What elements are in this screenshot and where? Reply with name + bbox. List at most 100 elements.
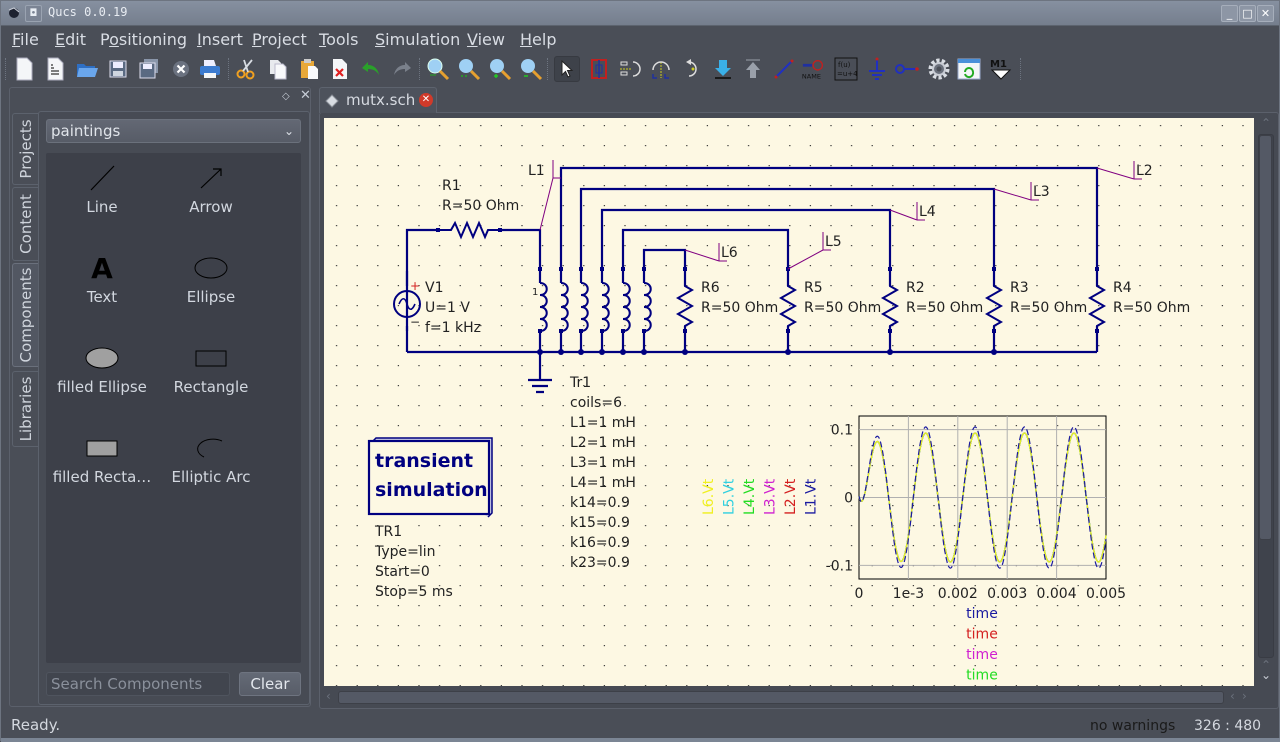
component-arrow[interactable]: Arrow (156, 158, 266, 216)
rotate-button[interactable] (680, 56, 706, 82)
dock-float-icon[interactable]: ◇ (282, 91, 290, 102)
ground-button[interactable] (864, 56, 890, 82)
paste-button[interactable] (296, 56, 322, 82)
copy-button[interactable] (265, 56, 291, 82)
legend-entry: L6.Vt (701, 478, 717, 515)
menu-edit[interactable]: Edit (55, 30, 86, 49)
window-menu-icon[interactable]: ◘ (25, 5, 42, 22)
vertical-scroll-thumb[interactable] (1259, 135, 1272, 540)
legend-entry: L2.Vt (783, 478, 799, 515)
component-elliptic-arc[interactable]: Elliptic Arc (156, 428, 266, 486)
vertical-scrollbar[interactable]: ⌃ ⌃ ⌄ (1258, 116, 1274, 686)
mirror-y-button[interactable] (648, 56, 674, 82)
wire-label-button[interactable]: NAME (801, 56, 827, 82)
menu-file[interactable]: File (12, 30, 39, 49)
close-tab-icon[interactable]: ✕ (419, 93, 433, 107)
window-title: Qucs 0.0.19 (48, 5, 128, 19)
delete-button[interactable] (327, 56, 353, 82)
warnings-status[interactable]: no warnings (1090, 718, 1175, 734)
equation-button[interactable]: f(u) =u+4 (833, 56, 859, 82)
close-file-button[interactable] (168, 56, 194, 82)
svg-text:R=50 Ohm: R=50 Ohm (1010, 300, 1087, 316)
view-all-button[interactable] (425, 56, 451, 82)
data-display-button[interactable] (956, 56, 982, 82)
schematic-canvas[interactable]: R1 R=50 Ohm + − V1 U=1 V f=1 kHz 1 R6 R=… (324, 118, 1254, 686)
view-1to1-button[interactable] (456, 56, 482, 82)
select-tool-button[interactable] (554, 56, 580, 82)
menu-tools[interactable]: Tools (319, 30, 358, 49)
component-text[interactable]: A Text (47, 248, 157, 307)
toolbar-separator (419, 58, 421, 80)
scroll-down-arrow-icon[interactable]: ⌄ (1261, 668, 1271, 682)
redo-arrow-icon (394, 62, 411, 75)
svg-text:U=1 V: U=1 V (425, 300, 470, 316)
simulate-button[interactable] (926, 56, 952, 82)
y-tick-label: 0 (844, 491, 853, 507)
save-all-button[interactable] (136, 56, 162, 82)
tab-components[interactable]: Components (12, 263, 38, 367)
transient-simulation-block[interactable]: transient simulation (367, 437, 493, 518)
maximize-button[interactable]: □ (1239, 5, 1256, 22)
tab-mutx-sch[interactable]: mutx.sch ✕ (319, 87, 437, 113)
zoom-actual-icon (459, 59, 481, 81)
zoom-in-button[interactable] (487, 56, 513, 82)
scroll-up-arrow-icon[interactable]: ⌃ (1261, 116, 1271, 130)
exit-subcircuit-button[interactable] (740, 56, 766, 82)
component-rectangle[interactable]: Rectangle (156, 338, 266, 396)
undo-arrow-icon (362, 62, 379, 75)
port-button[interactable] (894, 56, 920, 82)
close-window-button[interactable]: ✕ (1257, 5, 1274, 22)
horizontal-scroll-thumb[interactable] (338, 691, 1224, 704)
filled-ellipse-icon (85, 347, 119, 369)
tab-content[interactable]: Content (12, 187, 38, 261)
x-axis-label: time (966, 627, 998, 643)
component-line[interactable]: Line (47, 158, 157, 216)
cut-button[interactable] (234, 56, 260, 82)
tab-libraries[interactable]: Libraries (12, 371, 38, 447)
svg-text:f(u): f(u) (838, 61, 851, 69)
menu-view[interactable]: View (467, 30, 505, 49)
toolbar-separator (5, 58, 7, 80)
scroll-left-arrow-icon[interactable]: ‹ (1230, 689, 1235, 703)
wire-label-icon: NAME (802, 59, 824, 80)
scissors-icon (236, 59, 255, 80)
print-button[interactable] (197, 56, 223, 82)
edit-activate-button[interactable] (586, 56, 612, 82)
clear-button[interactable]: Clear (239, 672, 301, 696)
component-ellipse[interactable]: Ellipse (156, 248, 266, 306)
menu-positioning[interactable]: Positioning (100, 30, 187, 49)
paste-icon (301, 59, 318, 79)
tab-projects[interactable]: Projects (12, 113, 38, 185)
menu-insert[interactable]: Insert (197, 30, 243, 49)
save-button[interactable] (105, 56, 131, 82)
app-window: ◘ Qucs 0.0.19 _ □ ✕ File Edit Positionin… (0, 0, 1280, 742)
menu-simulation[interactable]: Simulation (375, 30, 460, 49)
scroll-left-arrow-icon[interactable]: ‹ (326, 689, 331, 703)
undo-button[interactable] (358, 56, 384, 82)
open-button[interactable] (74, 56, 100, 82)
zoom-out-button[interactable] (518, 56, 544, 82)
menu-project[interactable]: Project (252, 30, 307, 49)
TR1-property: Type=lin (374, 544, 436, 560)
new-file-button[interactable] (11, 56, 37, 82)
new-text-button[interactable] (42, 56, 68, 82)
component-filled-rectangle[interactable]: filled Recta… (47, 428, 157, 486)
minimize-button[interactable]: _ (1221, 5, 1238, 22)
category-select[interactable]: paintings ⌄ (46, 119, 301, 143)
marker-button[interactable]: M1 (988, 56, 1014, 82)
enter-subcircuit-button[interactable] (710, 56, 736, 82)
legend-entry: L3.Vt (763, 478, 779, 515)
svg-text:R6: R6 (701, 280, 720, 296)
horizontal-scrollbar[interactable]: ‹ ‹ › (324, 689, 1254, 705)
dock-close-icon[interactable]: ✕ (300, 88, 311, 103)
svg-text:+: + (410, 279, 420, 293)
menu-help[interactable]: Help (520, 30, 556, 49)
chevron-down-icon: ⌄ (283, 124, 294, 138)
scroll-right-arrow-icon[interactable]: › (1242, 689, 1247, 703)
elliptic-arc-icon (197, 438, 223, 458)
redo-button[interactable] (389, 56, 415, 82)
mirror-x-button[interactable] (617, 56, 643, 82)
search-components-input[interactable]: Search Components (46, 672, 230, 696)
component-filled-ellipse[interactable]: filled Ellipse (47, 338, 157, 396)
wire-button[interactable] (771, 56, 797, 82)
